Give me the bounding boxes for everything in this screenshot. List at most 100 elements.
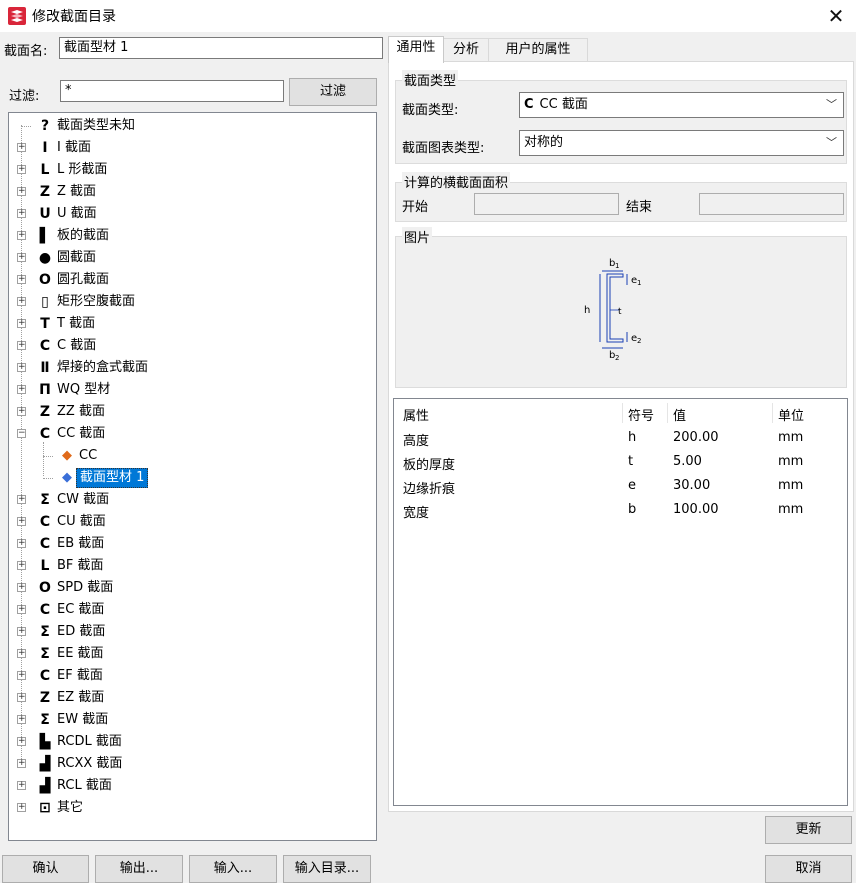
tree-item[interactable]: + U U 截面 [9, 204, 369, 224]
section-type-icon: C [39, 602, 51, 618]
expand-icon[interactable]: + [17, 341, 26, 350]
header-symbol[interactable]: 符号 [628, 405, 654, 424]
property-symbol-cell[interactable]: t [628, 454, 633, 469]
tree-item[interactable]: ? 截面类型未知 [9, 116, 369, 136]
tree-item[interactable]: + ⊡ 其它 [9, 798, 369, 818]
tree-item[interactable]: + Π WQ 型材 [9, 380, 369, 400]
tree-item[interactable]: + T T 截面 [9, 314, 369, 334]
header-value[interactable]: 值 [673, 405, 686, 424]
section-name-input[interactable]: 截面型材 1 [59, 37, 383, 59]
property-name-cell[interactable]: 宽度 [403, 502, 429, 521]
tab-general[interactable]: 通用性 [388, 36, 444, 63]
chart-type-value: 对称的 [524, 135, 564, 150]
property-symbol-cell[interactable]: h [628, 430, 636, 445]
chart-type-select[interactable]: 对称的 ﹀ [519, 130, 844, 156]
expand-icon[interactable]: + [17, 253, 26, 262]
expand-icon[interactable]: + [17, 605, 26, 614]
tree-item[interactable]: + C C 截面 [9, 336, 369, 356]
header-attribute[interactable]: 属性 [403, 405, 429, 424]
expand-icon[interactable]: + [17, 363, 26, 372]
expand-icon[interactable]: + [17, 165, 26, 174]
expand-icon[interactable]: + [17, 407, 26, 416]
expand-icon[interactable]: + [17, 737, 26, 746]
tree-item[interactable]: + Ⅱ 焊接的盒式截面 [9, 358, 369, 378]
tree-item[interactable]: + O 圆孔截面 [9, 270, 369, 290]
tree-item[interactable]: + ▯ 矩形空腹截面 [9, 292, 369, 312]
tree-item[interactable]: + Z Z 截面 [9, 182, 369, 202]
tree-item[interactable]: + O SPD 截面 [9, 578, 369, 598]
tree-item[interactable]: + ▙ RCDL 截面 [9, 732, 369, 752]
expand-icon[interactable]: + [17, 561, 26, 570]
expand-icon[interactable]: + [17, 495, 26, 504]
section-catalog-tree[interactable]: ? 截面类型未知 + I I 截面 + L L 形截面 + Z Z 截面 + U U 截面 + ▌ 板的截面 + ●… [8, 112, 377, 841]
import-button[interactable]: 输入... [189, 855, 277, 883]
tree-item[interactable]: + ▟ RCXX 截面 [9, 754, 369, 774]
tree-item[interactable]: + C EB 截面 [9, 534, 369, 554]
expand-icon[interactable]: + [17, 143, 26, 152]
expand-icon[interactable]: + [17, 759, 26, 768]
property-unit-cell[interactable]: mm [778, 430, 803, 445]
tree-item[interactable]: + C EF 截面 [9, 666, 369, 686]
tree-item[interactable]: + L BF 截面 [9, 556, 369, 576]
expand-icon[interactable]: + [17, 319, 26, 328]
tree-item[interactable]: + Σ ED 截面 [9, 622, 369, 642]
expand-icon[interactable]: + [17, 231, 26, 240]
property-name-cell[interactable]: 边缘折痕 [403, 478, 455, 497]
expand-icon[interactable]: + [17, 275, 26, 284]
property-name-cell[interactable]: 高度 [403, 430, 429, 449]
tree-item[interactable]: − C CC 截面 [9, 424, 369, 444]
collapse-icon[interactable]: − [17, 429, 26, 438]
tree-item[interactable]: + ▟ RCL 截面 [9, 776, 369, 796]
expand-icon[interactable]: + [17, 627, 26, 636]
tree-item[interactable]: + Σ EW 截面 [9, 710, 369, 730]
expand-icon[interactable]: + [17, 781, 26, 790]
expand-icon[interactable]: + [17, 649, 26, 658]
expand-icon[interactable]: + [17, 671, 26, 680]
tree-item[interactable]: + C EC 截面 [9, 600, 369, 620]
expand-icon[interactable]: + [17, 385, 26, 394]
expand-icon[interactable]: + [17, 715, 26, 724]
filter-button[interactable]: 过滤 [289, 78, 377, 106]
expand-icon[interactable]: + [17, 803, 26, 812]
expand-icon[interactable]: + [17, 187, 26, 196]
property-value-cell[interactable]: 200.00 [673, 430, 719, 445]
ok-button[interactable]: 确认 [2, 855, 89, 883]
tree-item[interactable]: + I I 截面 [9, 138, 369, 158]
tree-item[interactable]: + Σ EE 截面 [9, 644, 369, 664]
import-catalog-button[interactable]: 输入目录... [283, 855, 371, 883]
filter-input[interactable]: * [60, 80, 284, 102]
properties-table[interactable]: 属性 符号 值 单位 高度 h 200.00 mm 板的厚度 t 5.00 mm 边缘折痕 e 30… [393, 398, 848, 806]
property-value-cell[interactable]: 30.00 [673, 478, 710, 493]
cancel-button[interactable]: 取消 [765, 855, 852, 883]
tree-item[interactable]: + L L 形截面 [9, 160, 369, 180]
tree-item[interactable]: + Z ZZ 截面 [9, 402, 369, 422]
expand-icon[interactable]: + [17, 583, 26, 592]
expand-icon[interactable]: + [17, 297, 26, 306]
property-unit-cell[interactable]: mm [778, 454, 803, 469]
tree-item[interactable]: + Z EZ 截面 [9, 688, 369, 708]
tab-user-attributes[interactable]: 用户的属性 [488, 38, 588, 62]
expand-icon[interactable]: + [17, 693, 26, 702]
export-button[interactable]: 输出... [95, 855, 183, 883]
property-value-cell[interactable]: 5.00 [673, 454, 702, 469]
header-unit[interactable]: 单位 [778, 405, 804, 424]
section-type-select[interactable]: C CC 截面 ﹀ [519, 92, 844, 118]
property-symbol-cell[interactable]: e [628, 478, 636, 493]
tab-analysis[interactable]: 分析 [443, 38, 489, 62]
property-symbol-cell[interactable]: b [628, 502, 636, 517]
tree-item[interactable]: + C CU 截面 [9, 512, 369, 532]
tree-item[interactable]: ◆ 截面型材 1 [9, 468, 369, 488]
update-button[interactable]: 更新 [765, 816, 852, 844]
expand-icon[interactable]: + [17, 539, 26, 548]
close-button[interactable]: ✕ [818, 2, 854, 30]
expand-icon[interactable]: + [17, 209, 26, 218]
tree-item[interactable]: + ● 圆截面 [9, 248, 369, 268]
property-value-cell[interactable]: 100.00 [673, 502, 719, 517]
tree-item[interactable]: + ▌ 板的截面 [9, 226, 369, 246]
expand-icon[interactable]: + [17, 517, 26, 526]
tree-item[interactable]: + Σ CW 截面 [9, 490, 369, 510]
property-name-cell[interactable]: 板的厚度 [403, 454, 455, 473]
tree-item[interactable]: ◆ CC [9, 446, 369, 466]
property-unit-cell[interactable]: mm [778, 502, 803, 517]
property-unit-cell[interactable]: mm [778, 478, 803, 493]
